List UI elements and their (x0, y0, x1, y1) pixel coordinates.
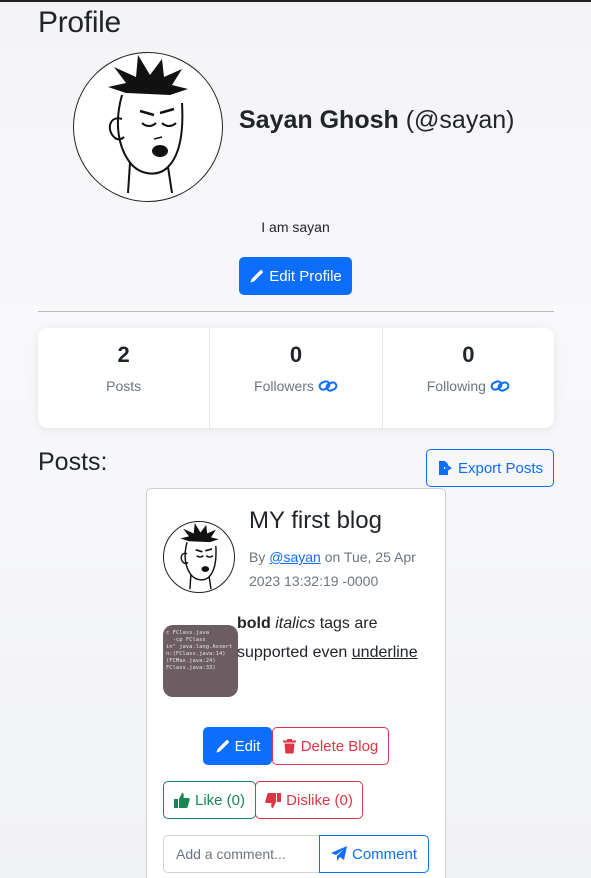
profile-full-name: Sayan Ghosh (239, 106, 399, 134)
thumbs-up-icon (173, 792, 190, 808)
stats-card: 2 Posts 0 Followers 0 Following (38, 328, 554, 428)
delete-blog-button[interactable]: Delete Blog (272, 727, 389, 765)
author-link[interactable]: @sayan (269, 549, 321, 565)
link-icon[interactable] (490, 379, 510, 393)
export-posts-button[interactable]: Export Posts (426, 449, 554, 487)
profile-handle: (@sayan) (405, 106, 515, 134)
post-image: c FClass.java -cp FClass in" java.lang.A… (163, 625, 238, 697)
post-body: bold italics tags are supported even und… (237, 609, 432, 667)
post-body-underline: underline (351, 644, 418, 661)
posts-heading: Posts: (38, 448, 108, 476)
profile-name: Sayan Ghosh (@sayan) (239, 106, 514, 135)
like-button[interactable]: Like (0) (163, 781, 256, 819)
stat-followers-value: 0 (289, 342, 303, 367)
author-avatar (163, 521, 235, 593)
stat-following-value: 0 (462, 342, 475, 367)
post-on: on (324, 549, 341, 565)
stat-posts: 2 Posts (38, 328, 209, 428)
stat-followers-label: Followers (254, 378, 314, 394)
post-meta: By @sayan on Tue, 25 Apr 2023 13:32:19 -… (249, 545, 439, 593)
file-export-icon (437, 460, 453, 476)
post-body-bold: bold (237, 615, 271, 632)
post-card: MY first blog By @sayan on Tue, 25 Apr 2… (146, 488, 446, 878)
stat-posts-label: Posts (106, 378, 142, 394)
edit-profile-label: Edit Profile (269, 267, 342, 285)
dislike-label: Dislike (0) (286, 791, 353, 809)
stat-posts-value: 2 (117, 342, 130, 367)
pencil-icon (249, 269, 264, 284)
profile-bio: I am sayan (261, 219, 330, 235)
link-icon[interactable] (318, 379, 338, 393)
dislike-button[interactable]: Dislike (0) (255, 781, 363, 819)
thumbs-down-icon (265, 792, 282, 808)
like-label: Like (0) (194, 791, 246, 809)
edit-profile-button[interactable]: Edit Profile (239, 257, 352, 295)
pencil-icon (215, 739, 230, 754)
post-body-italic: italics (275, 615, 316, 632)
trash-icon (282, 738, 296, 754)
page-title: Profile (38, 6, 121, 39)
edit-post-label: Edit (234, 737, 261, 755)
stat-followers[interactable]: 0 Followers (209, 328, 381, 428)
comment-input[interactable] (163, 835, 320, 873)
post-title: MY first blog (249, 507, 382, 534)
comment-label: Comment (351, 845, 418, 863)
top-border (0, 0, 591, 2)
divider (38, 311, 554, 312)
comment-button[interactable]: Comment (319, 835, 429, 873)
delete-blog-label: Delete Blog (300, 737, 379, 755)
export-posts-label: Export Posts (457, 459, 544, 477)
stat-following[interactable]: 0 Following (381, 328, 554, 428)
stat-following-label: Following (426, 378, 486, 394)
paper-plane-icon (330, 846, 347, 862)
profile-avatar (73, 52, 223, 202)
post-by: By (249, 549, 266, 565)
edit-post-button[interactable]: Edit (203, 727, 272, 765)
